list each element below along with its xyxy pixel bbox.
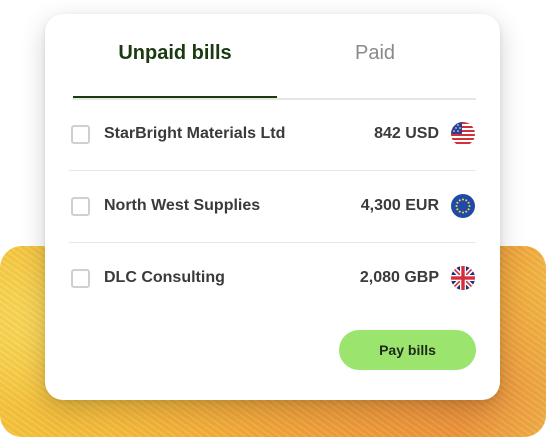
bill-row: DLC Consulting 2,080 GBP <box>69 242 476 314</box>
tab-unpaid-bills[interactable]: Unpaid bills <box>73 42 277 98</box>
uk-flag-icon <box>451 266 475 290</box>
bill-amount: 2,080 GBP <box>359 269 439 286</box>
bill-row: StarBright Materials Ltd 842 USD <box>69 98 476 171</box>
tab-paid-label: Paid <box>354 42 396 64</box>
bill-checkbox[interactable] <box>71 196 90 216</box>
tab-paid[interactable]: Paid <box>273 42 477 96</box>
pay-bills-button[interactable]: Pay bills <box>339 330 476 370</box>
us-flag-icon <box>451 122 475 146</box>
bill-row: North West Supplies 4,300 EUR <box>69 170 476 243</box>
bill-name: North West Supplies <box>104 197 261 214</box>
tab-unpaid-label: Unpaid bills <box>118 42 232 64</box>
bill-name: DLC Consulting <box>104 269 225 286</box>
bill-checkbox[interactable] <box>71 124 90 144</box>
tab-bar: Unpaid bills Paid <box>73 42 476 100</box>
bill-amount: 842 USD <box>374 125 439 142</box>
bill-name: StarBright Materials Ltd <box>104 125 286 142</box>
bill-checkbox[interactable] <box>71 268 90 288</box>
bills-card: Unpaid bills Paid StarBright Materials L… <box>45 14 500 400</box>
eu-flag-icon <box>451 194 475 218</box>
bill-amount: 4,300 EUR <box>360 197 439 214</box>
pay-bills-label: Pay bills <box>379 342 436 358</box>
